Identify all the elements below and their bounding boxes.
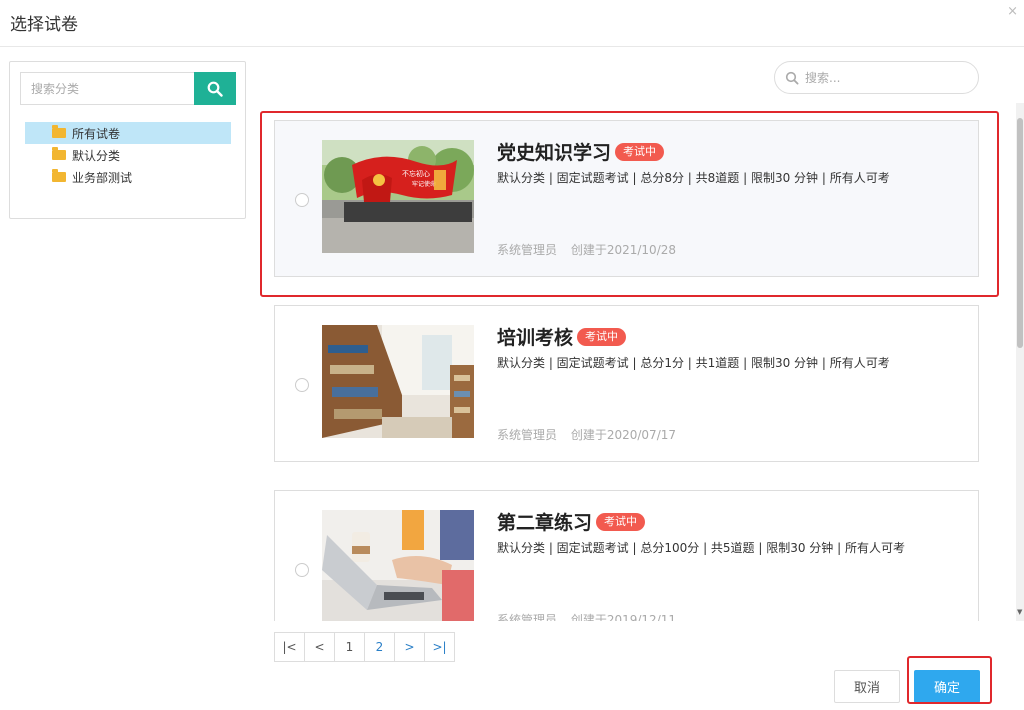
- svg-text:牢记使命: 牢记使命: [412, 180, 436, 188]
- page-last-button[interactable]: >|: [424, 632, 455, 662]
- exam-thumbnail-party-history: 不忘初心 牢记使命: [322, 140, 474, 253]
- page-prev-button[interactable]: <: [304, 632, 335, 662]
- exam-title: 第二章练习: [497, 512, 593, 534]
- category-search-button[interactable]: [194, 72, 236, 105]
- exam-list: 不忘初心 牢记使命 党史知识学习 考试中 默认分类 | 固定试题考试 | 总分8…: [258, 103, 1018, 621]
- exam-thumbnail-laptop: [322, 510, 474, 621]
- scroll-down-icon[interactable]: ▼: [1017, 608, 1022, 616]
- exam-title-row: 党史知识学习 考试中: [497, 138, 665, 165]
- confirm-button[interactable]: 确定: [914, 670, 980, 703]
- exam-creator: 系统管理员: [497, 428, 558, 442]
- exam-created-date: 创建于2021/10/28: [570, 243, 677, 257]
- exam-search-box[interactable]: [774, 61, 979, 94]
- exam-created-date: 创建于2019/12/11: [570, 613, 677, 621]
- folder-icon: [52, 147, 66, 160]
- folder-icon: [52, 169, 66, 182]
- category-tree: 所有试卷 默认分类 业务部测试: [25, 122, 231, 188]
- exam-card[interactable]: 不忘初心 牢记使命 党史知识学习 考试中 默认分类 | 固定试题考试 | 总分8…: [274, 120, 979, 277]
- tree-item-business-test[interactable]: 业务部测试: [25, 166, 231, 188]
- dialog-header: 选择试卷 ×: [0, 0, 1024, 47]
- exam-footer: 系统管理员 创建于2020/07/17: [497, 426, 676, 443]
- search-icon: [207, 81, 223, 97]
- category-search-input[interactable]: [20, 72, 194, 105]
- page-next-button[interactable]: >: [394, 632, 425, 662]
- status-badge: 考试中: [577, 327, 627, 346]
- pagination: |< < 1 2 > >|: [274, 632, 455, 662]
- page-2-button[interactable]: 2: [364, 632, 395, 662]
- category-panel: 所有试卷 默认分类 业务部测试: [9, 61, 246, 219]
- svg-text:不忘初心: 不忘初心: [402, 169, 430, 178]
- status-badge: 考试中: [596, 512, 646, 531]
- exam-search-input[interactable]: [805, 70, 955, 85]
- exam-footer: 系统管理员 创建于2019/12/11: [497, 611, 676, 621]
- exam-title-row: 第二章练习 考试中: [497, 508, 646, 535]
- exam-creator: 系统管理员: [497, 243, 558, 257]
- exam-created-date: 创建于2020/07/17: [570, 428, 677, 442]
- tree-item-label: 业务部测试: [72, 170, 133, 185]
- folder-icon: [52, 125, 66, 138]
- exam-meta: 默认分类 | 固定试题考试 | 总分1分 | 共1道题 | 限制30 分钟 | …: [497, 356, 890, 370]
- exam-thumbnail-library: [322, 325, 474, 438]
- exam-card[interactable]: 第二章练习 考试中 默认分类 | 固定试题考试 | 总分100分 | 共5道题 …: [274, 490, 979, 621]
- exam-title: 党史知识学习: [497, 142, 612, 164]
- exam-meta: 默认分类 | 固定试题考试 | 总分8分 | 共8道题 | 限制30 分钟 | …: [497, 171, 890, 185]
- exam-meta: 默认分类 | 固定试题考试 | 总分100分 | 共5道题 | 限制30 分钟 …: [497, 541, 905, 555]
- exam-card[interactable]: 培训考核 考试中 默认分类 | 固定试题考试 | 总分1分 | 共1道题 | 限…: [274, 305, 979, 462]
- exam-creator: 系统管理员: [497, 613, 558, 621]
- exam-radio[interactable]: [295, 563, 309, 577]
- list-scrollbar-thumb[interactable]: [1017, 118, 1023, 348]
- dialog-title: 选择试卷: [10, 15, 78, 35]
- tree-item-label: 默认分类: [72, 148, 121, 163]
- tree-item-label: 所有试卷: [72, 126, 121, 141]
- tree-item-default-category[interactable]: 默认分类: [25, 144, 231, 166]
- exam-title-row: 培训考核 考试中: [497, 323, 627, 350]
- exam-footer: 系统管理员 创建于2021/10/28: [497, 241, 676, 258]
- page-first-button[interactable]: |<: [274, 632, 305, 662]
- status-badge: 考试中: [615, 142, 665, 161]
- exam-radio[interactable]: [295, 378, 309, 392]
- page-1-button[interactable]: 1: [334, 632, 365, 662]
- tree-item-all-exams[interactable]: 所有试卷: [25, 122, 231, 144]
- search-icon: [785, 71, 799, 85]
- exam-title: 培训考核: [497, 327, 574, 349]
- close-icon[interactable]: ×: [1007, 4, 1018, 19]
- cancel-button[interactable]: 取消: [834, 670, 900, 703]
- exam-radio[interactable]: [295, 193, 309, 207]
